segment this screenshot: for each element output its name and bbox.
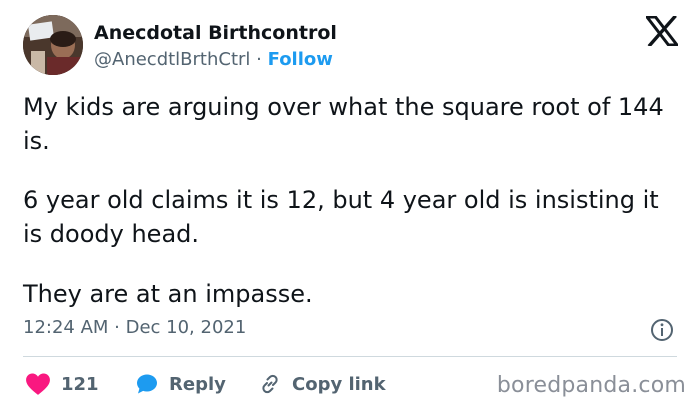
like-count: 121 [61,373,99,395]
copy-link-button[interactable]: Copy link [258,372,386,396]
follow-button[interactable]: Follow [268,49,333,70]
x-logo-icon[interactable] [646,16,678,46]
author-name[interactable]: Anecdotal Birthcontrol [94,22,337,44]
meta-separator: · [256,49,262,70]
divider [23,356,677,357]
avatar[interactable] [23,15,83,75]
heart-icon [26,373,50,395]
tweet-timestamp[interactable]: 12:24 AM · Dec 10, 2021 [23,317,246,338]
tweet-text-paragraph-1: My kids are arguing over what the square… [23,93,664,155]
copy-link-label: Copy link [292,373,386,395]
tweet-text-paragraph-2: 6 year old claims it is 12, but 4 year o… [23,186,659,248]
reply-button[interactable]: Reply [135,372,226,396]
tweet-card: Anecdotal Birthcontrol @AnecdtlBrthCtrl … [0,0,700,410]
link-icon [262,374,278,394]
watermark: boredpanda.com [496,373,686,398]
author-handle[interactable]: @AnecdtlBrthCtrl [94,49,250,70]
info-icon[interactable] [650,318,674,342]
author-meta: @AnecdtlBrthCtrl · Follow [94,49,333,70]
like-button[interactable]: 121 [25,372,99,396]
reply-label: Reply [169,373,226,395]
speech-bubble-icon [137,374,157,394]
profile-photo-icon [23,15,83,75]
tweet-text-paragraph-3: They are at an impasse. [23,280,313,308]
